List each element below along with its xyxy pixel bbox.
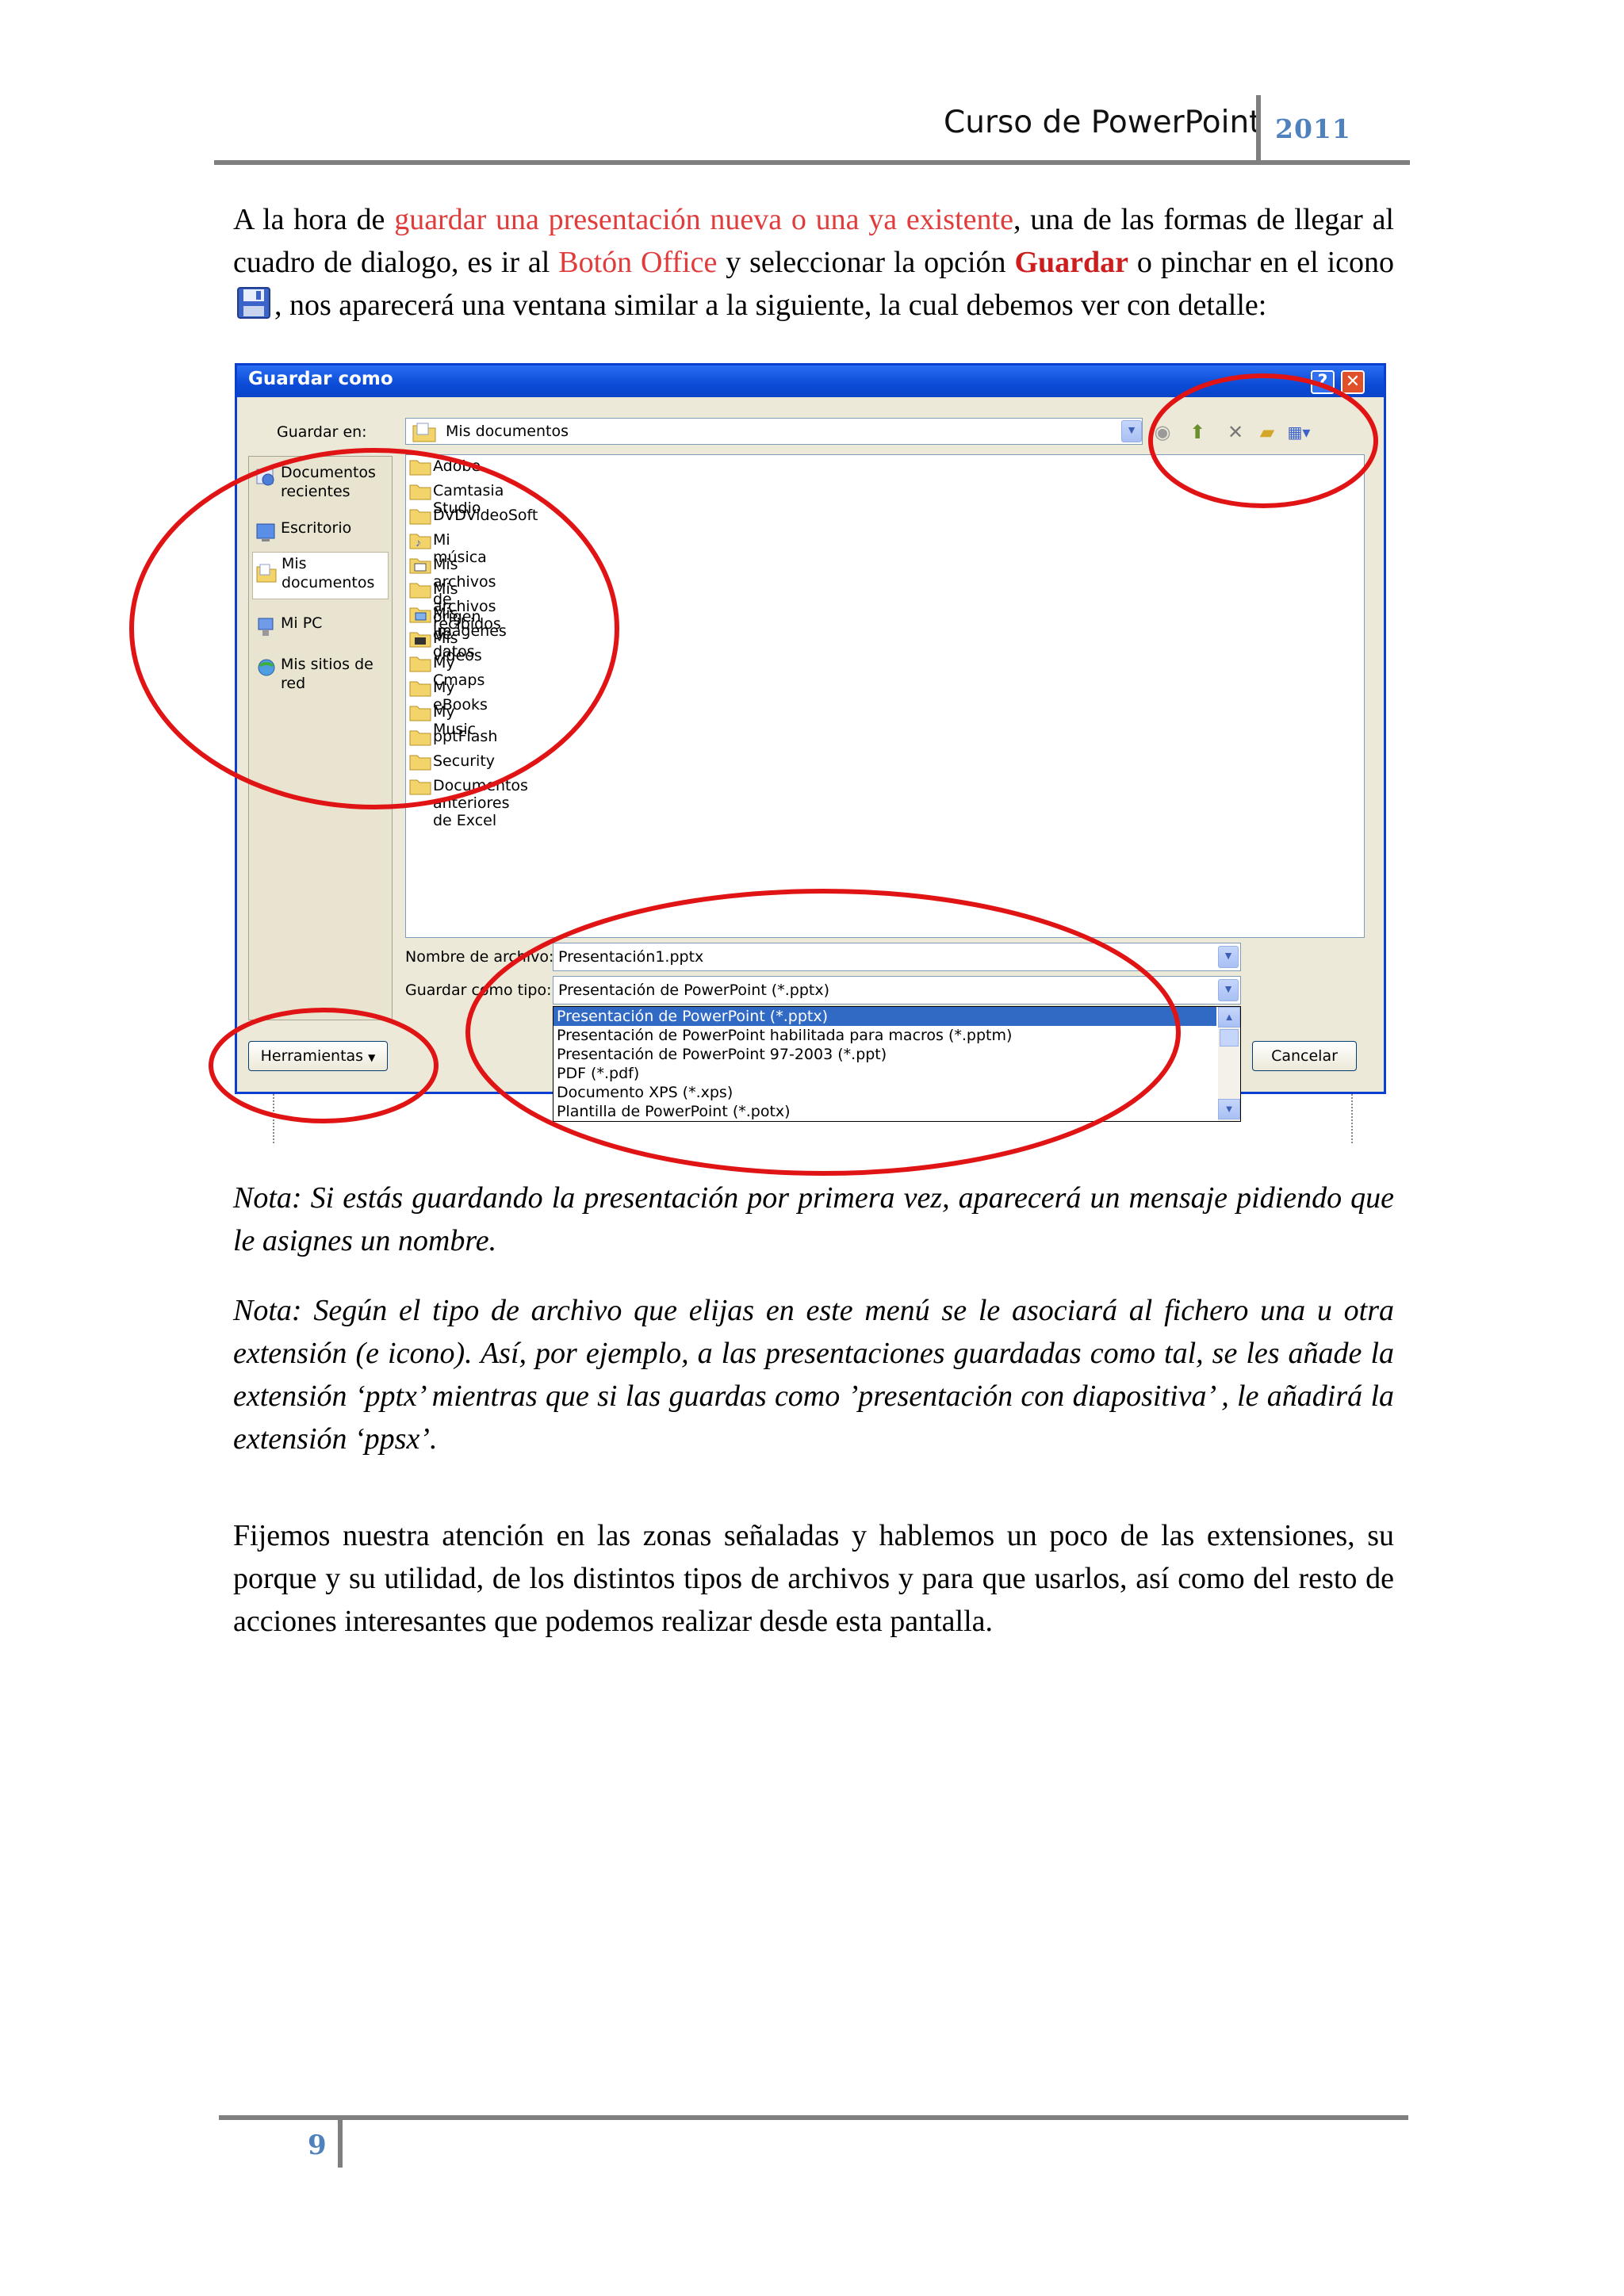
file-name: Adobe [433,457,481,475]
intro-paragraph: A la hora de guardar una presentación nu… [233,198,1394,327]
file-name: Security [433,752,496,770]
intro-text-1: A la hora de [233,203,395,236]
save-in-value: Mis documentos [446,423,569,440]
new-folder-icon[interactable]: ▰ [1255,421,1279,443]
filetype-label: Guardar como tipo: [405,982,552,999]
folder-icon [409,655,431,672]
file-name: pptFlash [433,728,498,745]
chevron-down-icon[interactable]: ▼ [1218,946,1239,968]
annotation-layer [129,373,1378,1176]
back-icon[interactable]: ◉ [1151,421,1174,443]
filename-label: Nombre de archivo: [405,948,554,966]
caret-down-icon: ▼ [368,1052,376,1063]
chevron-down-icon[interactable]: ▼ [1121,420,1142,442]
network-places-icon [255,658,275,677]
place-my-computer[interactable]: Mi PC [252,612,389,658]
filename-value: Presentación1.pptx [558,948,704,966]
place-label: Documentos recientes [281,464,376,500]
header-divider [1256,95,1261,165]
dotted-guide [273,1094,274,1143]
save-as-dialog: Guardar como ? ✕ Guardar en: Mis documen… [235,363,1386,1122]
place-network[interactable]: Mis sitios de red [252,653,389,699]
header-year: 2011 [1275,113,1351,144]
dialog-titlebar: Guardar como ? ✕ [237,365,1384,397]
note-paragraph: Nota: Si estás guardando la presentación… [233,1181,1394,1257]
folder-icon [409,581,431,599]
tools-button-label: Herramientas [260,1047,364,1065]
filetype-option[interactable]: Presentación de PowerPoint habilitada pa… [553,1026,1216,1045]
intro-highlight-save: guardar una presentación nueva o una ya … [394,203,1013,236]
folder-icon [409,729,431,746]
header-rule [214,160,1410,165]
place-label: Mis sitios de red [281,656,373,692]
scrollbar[interactable]: ▲ ▼ [1218,1007,1240,1121]
folder-icon [412,422,436,446]
intro-text-4: o pinchar en el icono [1128,246,1394,279]
folder-icon [409,679,431,697]
close-button[interactable]: ✕ [1341,370,1365,394]
file-name: DVDVideoSoft [433,507,538,524]
my-documents-icon [256,564,277,583]
my-computer-icon [255,617,274,636]
save-in-dropdown[interactable]: Mis documentos ▼ [405,418,1143,445]
recent-documents-icon [255,466,274,486]
folder-icon [409,704,431,721]
dotted-guide [1351,1094,1353,1143]
chevron-up-icon[interactable]: ▲ [1218,1007,1240,1027]
place-label: Mi PC [281,614,323,632]
page-number: 9 [308,2130,327,2161]
filetype-option[interactable]: Documento XPS (*.xps) [553,1083,1216,1102]
dialog-title: Guardar como [248,369,393,389]
filetype-option[interactable]: Presentación de PowerPoint 97-2003 (*.pp… [553,1045,1216,1064]
file-list: Adobe Camtasia Studio DVDVideoSoft ♪ Mi m… [405,454,1365,938]
delete-icon[interactable]: ✕ [1224,421,1247,443]
filetype-option[interactable]: Presentación de PowerPoint (*.pptx) [553,1007,1216,1026]
save-in-label: Guardar en: [277,423,367,441]
folder-icon [409,483,431,500]
tools-button[interactable]: Herramientas ▼ [248,1041,388,1071]
closing-paragraph: Fijemos nuestra atención en las zonas se… [233,1519,1394,1638]
header-title: Curso de PowerPoint [944,105,1262,140]
filetype-dropdown[interactable]: Presentación de PowerPoint (*.pptx) ▼ [553,976,1241,1004]
intro-text-3: y seleccionar la opción [717,246,1015,279]
chevron-down-icon[interactable]: ▼ [1218,979,1239,1001]
filetype-option[interactable]: Plantilla de PowerPoint (*.potx) [553,1102,1216,1121]
place-my-documents[interactable]: Mis documentos [252,552,389,599]
filename-input[interactable]: Presentación1.pptx ▼ [553,943,1241,971]
intro-text-5: , nos aparecerá una ventana similar a la… [274,289,1267,322]
note-paragraph: Nota: Según el tipo de archivo que elija… [233,1294,1394,1456]
data-sources-folder-icon [409,557,431,574]
intro-highlight-office-button: Botón Office [558,246,718,279]
footer-divider [338,2115,343,2168]
pictures-folder-icon [409,606,431,623]
svg-text:♪: ♪ [416,538,421,549]
cancel-button[interactable]: Cancelar [1252,1041,1357,1071]
up-folder-icon[interactable]: ⬆ [1185,421,1209,443]
filetype-value: Presentación de PowerPoint (*.pptx) [558,982,829,999]
help-button[interactable]: ? [1311,370,1335,394]
save-disk-icon [236,286,271,320]
place-label: Escritorio [281,519,352,537]
folder-icon [409,778,431,795]
file-name: Documentos anteriores de Excel [433,777,528,829]
folder-icon [409,458,431,476]
intro-bold-guardar: Guardar [1014,246,1128,279]
place-label: Mis documentos [282,555,375,591]
chevron-down-icon[interactable]: ▼ [1218,1099,1240,1119]
videos-folder-icon [409,630,431,648]
scroll-thumb[interactable] [1220,1029,1239,1047]
folder-icon [409,507,431,525]
desktop-icon [255,522,275,541]
filetype-option[interactable]: PDF (*.pdf) [553,1064,1216,1083]
footer-rule [219,2115,1408,2120]
folder-icon [409,753,431,771]
place-recent-documents[interactable]: Documentos recientes [252,461,389,507]
music-folder-icon: ♪ [409,532,431,549]
views-icon[interactable]: ▦▾ [1287,421,1311,443]
filetype-options-list: Presentación de PowerPoint (*.pptx) Pres… [553,1006,1241,1122]
places-bar: Documentos recientes Escritorio Mis docu… [248,456,393,1020]
